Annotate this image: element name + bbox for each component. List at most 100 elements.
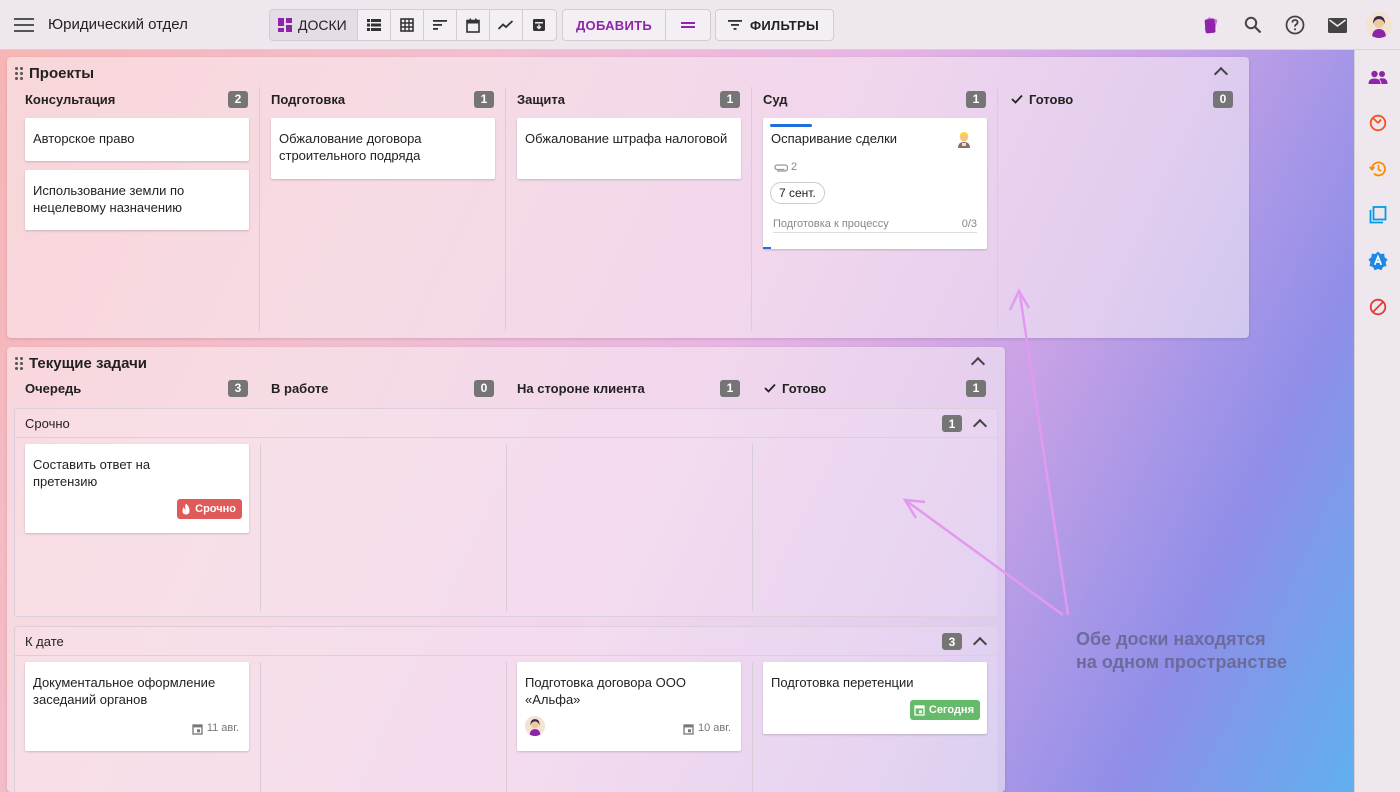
swimlane-header[interactable]: Срочно 1 <box>15 409 997 438</box>
calendar-small-icon <box>914 705 925 716</box>
column-divider <box>260 444 261 611</box>
column-name: Готово <box>782 380 827 396</box>
calendar-small-icon <box>683 723 694 735</box>
card-title: Обжалование договора строительного подря… <box>279 131 422 163</box>
cards-icon <box>1204 17 1218 34</box>
mail-button[interactable] <box>1316 0 1358 50</box>
person-emoji-icon <box>958 132 970 148</box>
archive-icon <box>533 19 546 31</box>
paperclip-icon <box>774 163 788 172</box>
filters-button[interactable]: ФИЛЬТРЫ <box>715 9 835 41</box>
column-header: Очередь 3 <box>25 378 248 398</box>
task-card[interactable]: Подготовка договора ООО «Альфа» 10 авг. <box>517 662 741 751</box>
column-name-done: Готово <box>1011 92 1073 107</box>
view-sort-button[interactable] <box>424 10 457 40</box>
column-divider <box>751 87 752 331</box>
brand-button[interactable] <box>1190 0 1232 50</box>
sort-icon <box>432 20 447 30</box>
blocked-button[interactable] <box>1355 284 1400 330</box>
swimlane-name: Срочно <box>25 415 70 431</box>
drag-handle-icon[interactable] <box>15 357 23 370</box>
add-menu-button[interactable] <box>666 10 710 40</box>
column-name: Суд <box>763 91 788 107</box>
column-name: Очередь <box>25 380 82 396</box>
board-title: Текущие задачи <box>29 355 148 372</box>
column-divider <box>260 662 261 792</box>
attachments: 2 <box>774 159 797 176</box>
urgent-tag: Срочно <box>177 499 242 519</box>
today-tag-label: Сегодня <box>928 703 974 716</box>
checklist-name: Подготовка к процессу <box>773 218 889 230</box>
today-tag: Сегодня <box>909 700 980 720</box>
swimlane-header[interactable]: К дате 3 <box>15 627 997 656</box>
view-table-button[interactable] <box>391 10 424 40</box>
task-card[interactable]: Подготовка перетенции Сегодня <box>763 662 987 734</box>
automation-button[interactable] <box>1355 238 1400 284</box>
view-boards-button[interactable]: ДОСКИ <box>270 10 358 40</box>
card-title: Составить ответ на претензию <box>33 457 151 489</box>
search-button[interactable] <box>1232 0 1274 50</box>
column-count-badge: 0 <box>1213 90 1233 108</box>
timer-button[interactable] <box>1355 100 1400 146</box>
attachments-count: 2 <box>791 161 798 173</box>
task-card[interactable]: Оспаривание сделки 2 7 сент. Подготовка … <box>763 118 987 249</box>
column-name: Готово <box>1029 91 1074 107</box>
task-card[interactable]: Обжалование штрафа налоговой <box>517 118 741 179</box>
column-header: Консультация 2 <box>25 89 248 109</box>
checklist-progress: 0/3 <box>961 218 977 230</box>
arrow-line-up <box>1018 294 1070 616</box>
help-icon <box>1285 15 1305 35</box>
copy-icon <box>1369 206 1387 224</box>
add-button[interactable]: ДОБАВИТЬ <box>563 10 667 40</box>
mail-icon <box>1327 17 1347 33</box>
space-title: Юридический отдел <box>48 16 188 33</box>
fire-icon <box>182 503 190 515</box>
task-card[interactable]: Составить ответ на претензию Срочно <box>25 444 249 533</box>
card-color-bar <box>770 124 812 127</box>
copy-button[interactable] <box>1355 192 1400 238</box>
search-icon <box>1244 16 1262 34</box>
view-list-button[interactable] <box>358 10 391 40</box>
drag-handle-icon[interactable] <box>15 67 23 80</box>
urgent-tag-label: Срочно <box>195 502 236 515</box>
collapse-board-icon[interactable] <box>1213 66 1229 82</box>
column-count-badge: 1 <box>474 90 494 108</box>
collapse-lane-icon[interactable] <box>972 418 988 434</box>
card-bottom-indicator <box>763 247 771 249</box>
column-name: В работе <box>271 380 329 396</box>
board-header: Текущие задачи <box>15 355 147 372</box>
help-button[interactable] <box>1274 0 1316 50</box>
column-count-badge: 1 <box>966 90 986 108</box>
members-button[interactable] <box>1355 54 1400 100</box>
swimlane-name: К дате <box>25 633 64 649</box>
card-date-text: 11 авг. <box>206 722 239 734</box>
view-calendar-button[interactable] <box>457 10 490 40</box>
annotation-line: на одном пространстве <box>1076 652 1288 672</box>
board-header: Проекты <box>15 65 94 82</box>
column-header: Защита 1 <box>517 89 740 109</box>
table-icon <box>399 18 414 32</box>
view-chart-button[interactable] <box>490 10 523 40</box>
right-sidebar <box>1354 50 1400 792</box>
column-name: Консультация <box>25 91 116 107</box>
task-card[interactable]: Документальное оформление заседаний орга… <box>25 662 249 751</box>
menu-icon[interactable] <box>14 17 34 32</box>
board-title: Проекты <box>29 65 95 82</box>
user-avatar[interactable] <box>1366 12 1392 38</box>
card-title: Использование земли по нецелевому назнач… <box>33 183 185 215</box>
column-divider <box>752 444 753 611</box>
dashboard-icon <box>278 18 292 32</box>
calendar-icon <box>465 18 480 33</box>
view-boards-label: ДОСКИ <box>298 17 347 33</box>
task-card[interactable]: Обжалование договора строительного подря… <box>271 118 495 179</box>
collapse-board-icon[interactable] <box>970 356 986 372</box>
card-title: Подготовка договора ООО «Альфа» <box>525 675 686 707</box>
task-card[interactable]: Использование земли по нецелевому назнач… <box>25 170 249 230</box>
column-count-badge: 0 <box>474 379 494 397</box>
history-button[interactable] <box>1355 146 1400 192</box>
task-card[interactable]: Авторское право <box>25 118 249 161</box>
collapse-lane-icon[interactable] <box>972 636 988 652</box>
column-divider <box>259 87 260 331</box>
view-archive-button[interactable] <box>523 10 556 40</box>
column-count-badge: 2 <box>228 90 248 108</box>
